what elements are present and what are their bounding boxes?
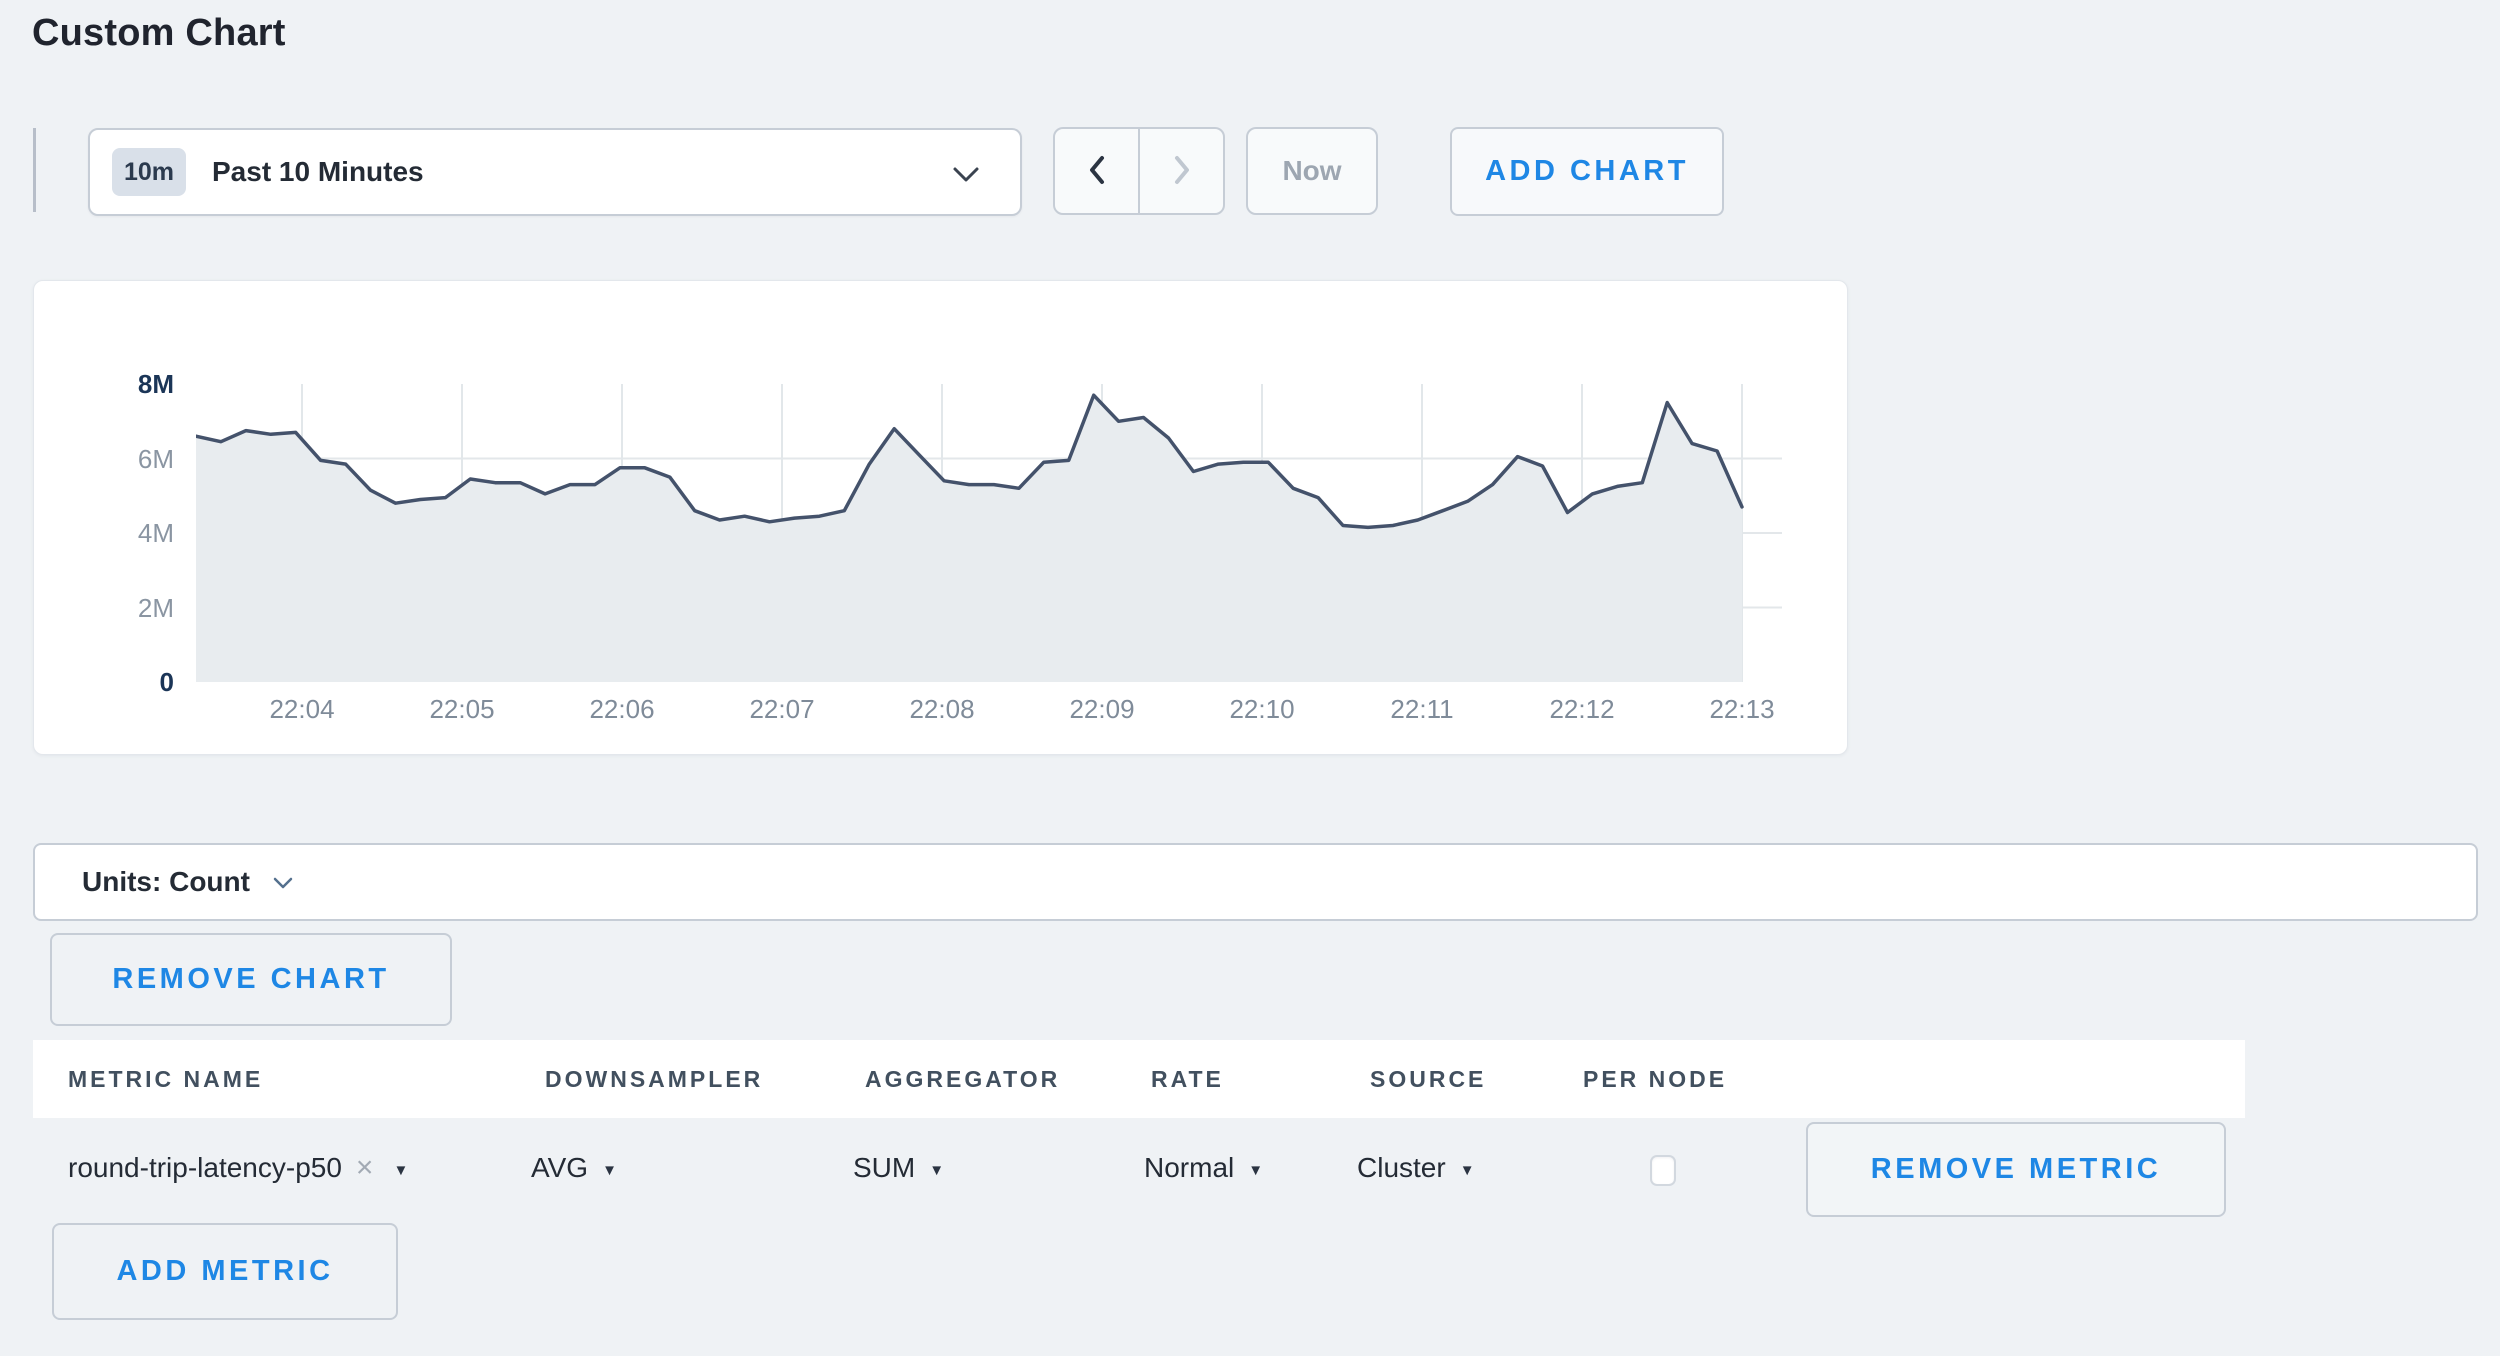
column-header-metric-name: METRIC NAME — [68, 1040, 263, 1118]
metric-row: round-trip-latency-p50 × ▼ AVG ▼ SUM ▼ N… — [33, 1118, 2245, 1218]
add-metric-button[interactable]: ADD METRIC — [52, 1223, 398, 1320]
x-tick-label: 22:09 — [1069, 694, 1134, 725]
x-tick-label: 22:04 — [269, 694, 334, 725]
aggregator-dropdown[interactable]: SUM ▼ — [853, 1118, 944, 1218]
per-node-checkbox[interactable] — [1650, 1155, 1676, 1186]
column-header-aggregator: AGGREGATOR — [865, 1040, 1060, 1118]
rate-value: Normal — [1144, 1152, 1234, 1184]
chevron-right-icon — [1172, 155, 1192, 188]
x-tick-label: 22:10 — [1229, 694, 1294, 725]
downsampler-dropdown[interactable]: AVG ▼ — [531, 1118, 617, 1218]
toolbar-accent-bar — [33, 128, 36, 212]
y-tick-label: 0 — [84, 667, 174, 698]
remove-chart-button[interactable]: REMOVE CHART — [50, 933, 452, 1026]
x-tick-label: 22:06 — [589, 694, 654, 725]
chart-card: 0 2M 4M 6M 8M 22:04 22:05 22:06 22:07 22:08 22:09… — [33, 280, 1848, 755]
time-pager — [1053, 127, 1225, 215]
metric-name-value: round-trip-latency-p50 — [68, 1152, 342, 1184]
x-tick-label: 22:11 — [1390, 694, 1453, 725]
metrics-table-header: METRIC NAME DOWNSAMPLER AGGREGATOR RATE … — [33, 1040, 2245, 1118]
x-tick-label: 22:12 — [1549, 694, 1614, 725]
x-tick-label: 22:07 — [749, 694, 814, 725]
chevron-left-icon — [1087, 155, 1107, 188]
metric-name-dropdown[interactable]: round-trip-latency-p50 × ▼ — [68, 1118, 408, 1218]
prev-time-button[interactable] — [1055, 129, 1140, 213]
close-icon[interactable]: × — [356, 1153, 374, 1183]
x-tick-label: 22:08 — [909, 694, 974, 725]
caret-down-icon: ▼ — [602, 1162, 617, 1179]
next-time-button[interactable] — [1140, 129, 1223, 213]
chevron-down-icon — [272, 876, 294, 895]
column-header-source: SOURCE — [1370, 1040, 1486, 1118]
chart-area-fill — [196, 395, 1742, 682]
units-dropdown[interactable]: Units: Count — [33, 843, 2478, 921]
downsampler-value: AVG — [531, 1152, 588, 1184]
y-tick-label: 6M — [84, 444, 174, 475]
units-label: Units: Count — [82, 866, 250, 898]
source-value: Cluster — [1357, 1152, 1446, 1184]
remove-metric-button[interactable]: REMOVE METRIC — [1806, 1122, 2226, 1217]
caret-down-icon: ▼ — [929, 1162, 944, 1179]
aggregator-value: SUM — [853, 1152, 915, 1184]
rate-dropdown[interactable]: Normal ▼ — [1144, 1118, 1263, 1218]
y-tick-label: 2M — [84, 593, 174, 624]
time-range-dropdown[interactable]: 10m Past 10 Minutes — [88, 128, 1022, 216]
timeseries-chart — [196, 384, 1782, 682]
column-header-downsampler: DOWNSAMPLER — [545, 1040, 763, 1118]
now-button[interactable]: Now — [1246, 127, 1378, 215]
add-chart-button[interactable]: ADD CHART — [1450, 127, 1724, 216]
caret-down-icon: ▼ — [393, 1162, 408, 1179]
column-header-per-node: PER NODE — [1583, 1040, 1727, 1118]
caret-down-icon: ▼ — [1248, 1162, 1263, 1179]
chevron-down-icon — [952, 166, 980, 189]
y-tick-label: 8M — [84, 369, 174, 400]
x-tick-label: 22:05 — [429, 694, 494, 725]
column-header-rate: RATE — [1151, 1040, 1224, 1118]
caret-down-icon: ▼ — [1460, 1162, 1475, 1179]
time-range-badge: 10m — [112, 148, 186, 196]
custom-chart-page: Custom Chart 10m Past 10 Minutes Now ADD… — [0, 0, 2500, 1356]
time-range-label: Past 10 Minutes — [212, 156, 424, 188]
page-title: Custom Chart — [32, 12, 286, 55]
y-tick-label: 4M — [84, 518, 174, 549]
x-tick-label: 22:13 — [1709, 694, 1774, 725]
source-dropdown[interactable]: Cluster ▼ — [1357, 1118, 1475, 1218]
